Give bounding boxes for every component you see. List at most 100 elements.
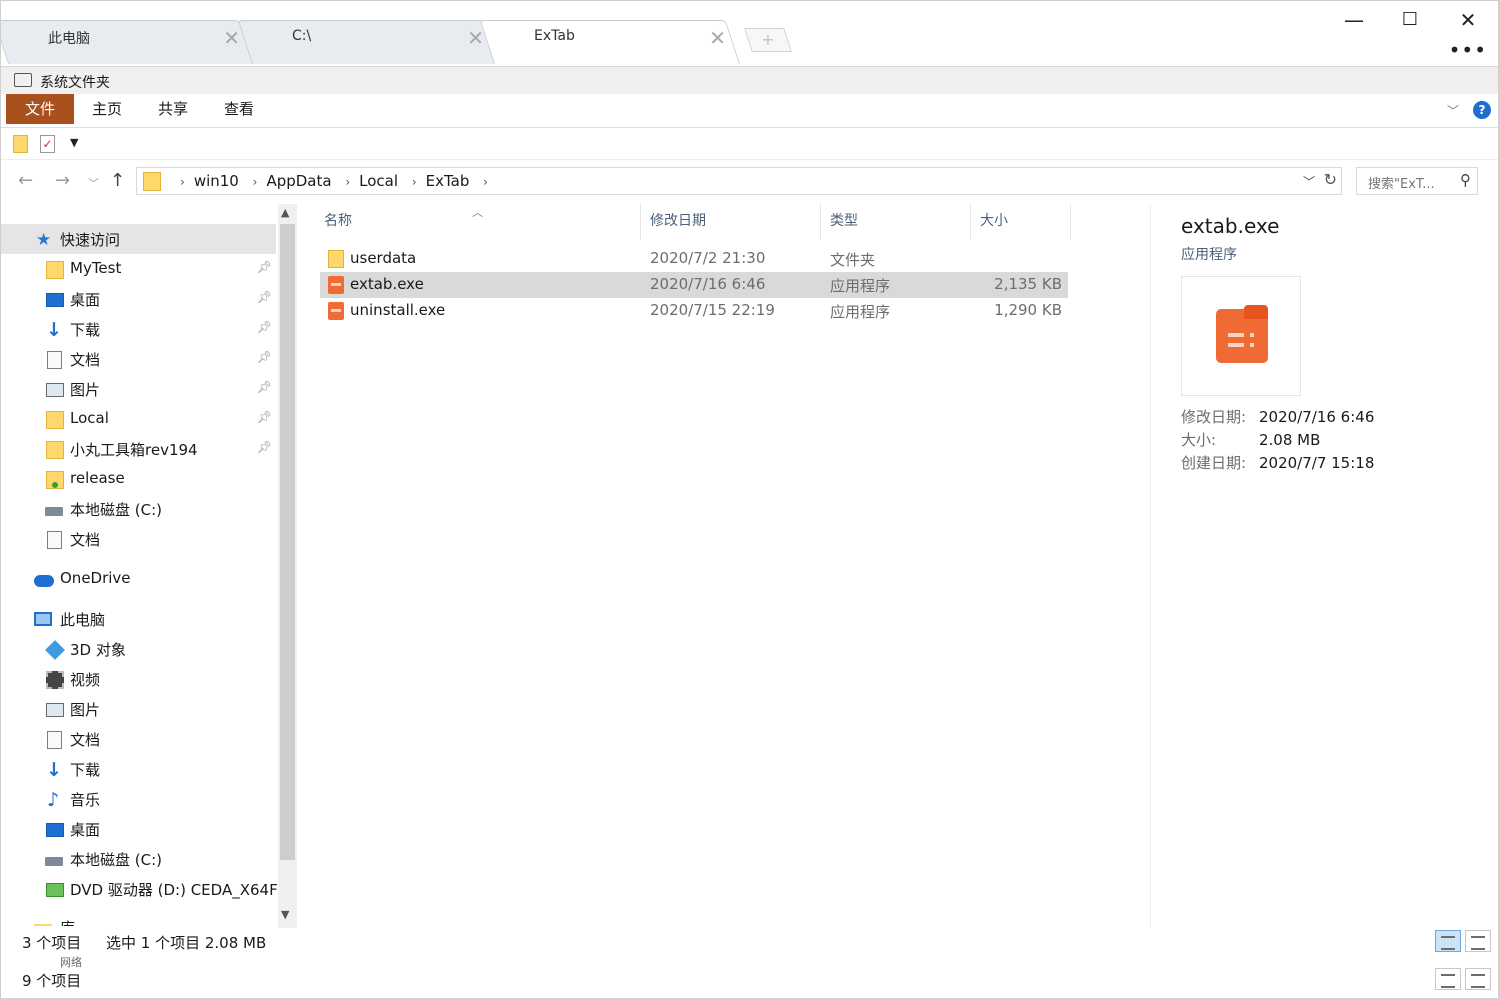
pin-icon[interactable]: 📌︎ (257, 260, 272, 274)
address-dropdown-icon[interactable]: ﹀ (1303, 173, 1315, 190)
sidebar-item-label: 桌面 (70, 291, 101, 309)
sidebar-item-pictures[interactable]: 图片 📌︎ (0, 374, 276, 404)
sidebar-item-toolbox[interactable]: 小丸工具箱rev194 📌︎ (0, 434, 276, 464)
new-tab-button[interactable]: + (744, 28, 792, 52)
scrollbar-thumb[interactable] (280, 224, 295, 860)
more-options-icon[interactable]: ••• (1449, 38, 1487, 62)
disk-icon (45, 507, 63, 516)
ribbon-tab-share[interactable]: 共享 (140, 94, 206, 124)
column-header-size[interactable]: 大小 (980, 210, 1008, 230)
file-list: ︿ 名称 修改日期 类型 大小 userdata 2020/7/2 21:30 … (300, 204, 1140, 924)
close-button[interactable]: ✕ (1448, 6, 1488, 34)
column-header-modified[interactable]: 修改日期 (650, 210, 706, 230)
properties-icon[interactable]: ✓ (40, 135, 55, 153)
forward-arrow-icon[interactable]: → (55, 170, 70, 191)
sidebar-item-3d-objects[interactable]: 3D 对象 (0, 634, 276, 664)
sidebar-item-libraries[interactable]: 库 (0, 912, 276, 926)
sidebar-item-downloads-2[interactable]: ↓ 下载 (0, 754, 276, 784)
sidebar-item-label: 此电脑 (60, 611, 106, 629)
scroll-up-icon[interactable]: ▲ (281, 206, 289, 219)
details-view-button[interactable] (1435, 930, 1461, 952)
computer-icon (34, 612, 52, 626)
sidebar-item-label: Local (70, 409, 109, 427)
help-icon[interactable]: ? (1473, 101, 1491, 119)
tab-this-pc[interactable]: 此电脑 ✕ (0, 20, 255, 64)
up-arrow-icon[interactable]: ↑ (110, 170, 125, 191)
sidebar-item-this-pc[interactable]: 此电脑 (0, 604, 276, 634)
folder-icon (46, 441, 64, 459)
sidebar-scrollbar[interactable]: ▲ ▼ (278, 204, 297, 960)
sidebar-item-label: 小丸工具箱rev194 (70, 441, 198, 459)
maximize-button[interactable]: ☐ (1390, 6, 1430, 34)
minimize-button[interactable]: — (1334, 6, 1374, 34)
sidebar-item-pictures-2[interactable]: 图片 (0, 694, 276, 724)
chevron-down-icon[interactable]: ﹀ (1447, 102, 1459, 119)
item-count: 3 个项目 (22, 934, 82, 952)
sidebar-item-label: 图片 (70, 701, 101, 719)
document-icon (47, 351, 62, 369)
breadcrumb-item[interactable]: Local (359, 172, 398, 190)
details-view-button-secondary[interactable] (1435, 968, 1461, 990)
sidebar-item-documents-2[interactable]: 文档 (0, 524, 276, 554)
breadcrumb-item[interactable]: ExTab (426, 172, 470, 190)
breadcrumb-item[interactable]: AppData (266, 172, 331, 190)
tab-close-icon[interactable]: ✕ (467, 26, 484, 50)
sidebar-item-dvd[interactable]: DVD 驱动器 (D:) CEDA_X64FR (0, 874, 280, 904)
star-icon: ★ (36, 230, 52, 250)
sidebar-item-onedrive[interactable]: OneDrive (0, 564, 276, 594)
ribbon-tab-view[interactable]: 查看 (206, 94, 272, 124)
column-header-name[interactable]: 名称 (324, 210, 352, 230)
pin-icon[interactable]: 📌︎ (257, 410, 272, 424)
pin-icon[interactable]: 📌︎ (257, 290, 272, 304)
document-icon (47, 531, 62, 549)
sidebar-item-quick-access[interactable]: ★ 快速访问 (0, 224, 276, 254)
large-icons-view-button-secondary[interactable] (1465, 968, 1491, 990)
dvd-icon (46, 883, 64, 897)
tab-extab[interactable]: ExTab ✕ (479, 20, 740, 64)
sidebar-item-desktop-2[interactable]: 桌面 (0, 814, 276, 844)
sidebar-item-videos[interactable]: 视频 (0, 664, 276, 694)
sidebar-item-documents-3[interactable]: 文档 (0, 724, 276, 754)
sidebar-item-label: 本地磁盘 (C:) (70, 501, 162, 519)
pin-icon[interactable]: 📌︎ (257, 350, 272, 364)
sidebar-item-local-disk-2[interactable]: 本地磁盘 (C:) (0, 844, 276, 874)
customize-toolbar-icon[interactable]: ▼ (70, 136, 78, 149)
address-bar[interactable]: › win10 › AppData › Local › ExTab › ﹀ ↻ (136, 167, 1342, 195)
file-row[interactable]: uninstall.exe 2020/7/15 22:19 应用程序 1,290… (320, 298, 1068, 324)
sidebar-item-release[interactable]: release (0, 464, 276, 494)
refresh-icon[interactable]: ↻ (1324, 170, 1337, 189)
sidebar-item-network[interactable]: 网络 (60, 954, 82, 970)
search-input[interactable]: 搜索"ExT... ⚲ (1356, 167, 1478, 195)
pin-icon[interactable]: 📌︎ (257, 440, 272, 454)
tab-close-icon[interactable]: ✕ (223, 26, 240, 50)
sidebar-item-documents[interactable]: 文档 📌︎ (0, 344, 276, 374)
sidebar-item-local-disk[interactable]: 本地磁盘 (C:) (0, 494, 276, 524)
download-icon: ↓ (46, 319, 62, 341)
sidebar-item-music[interactable]: ♪ 音乐 (0, 784, 276, 814)
recent-locations-icon[interactable]: ﹀ (88, 175, 99, 191)
pin-icon[interactable]: 📌︎ (257, 320, 272, 334)
ribbon-tab-home[interactable]: 主页 (74, 94, 140, 124)
scroll-down-icon[interactable]: ▼ (281, 908, 289, 921)
navigation-pane: ★ 快速访问 MyTest 📌︎ 桌面 📌︎ ↓ 下载 📌︎ 文档 📌︎ 图片 … (0, 210, 280, 926)
search-placeholder: 搜索"ExT... (1368, 177, 1435, 192)
sidebar-item-downloads[interactable]: ↓ 下载 📌︎ (0, 314, 276, 344)
ribbon-tab-file[interactable]: 文件 (6, 94, 74, 124)
new-folder-icon[interactable] (13, 135, 28, 153)
tab-close-icon[interactable]: ✕ (709, 26, 726, 50)
back-arrow-icon[interactable]: ← (18, 170, 33, 191)
file-date: 2020/7/15 22:19 (650, 301, 775, 319)
sidebar-item-mytest[interactable]: MyTest 📌︎ (0, 254, 276, 284)
file-row[interactable]: extab.exe 2020/7/16 6:46 应用程序 2,135 KB (320, 272, 1068, 298)
file-type: 应用程序 (830, 303, 891, 321)
tab-c-drive[interactable]: C:\ ✕ (237, 20, 498, 64)
column-header-type[interactable]: 类型 (830, 210, 858, 230)
sidebar-item-desktop[interactable]: 桌面 📌︎ (0, 284, 276, 314)
breadcrumb-item[interactable]: win10 (194, 172, 239, 190)
pin-icon[interactable]: 📌︎ (257, 380, 272, 394)
sidebar-item-local[interactable]: Local 📌︎ (0, 404, 276, 434)
file-row[interactable]: userdata 2020/7/2 21:30 文件夹 (320, 246, 1068, 272)
large-icons-view-button[interactable] (1465, 930, 1491, 952)
title-bar: 系统文件夹 (0, 66, 1499, 94)
sidebar-item-label: MyTest (70, 259, 122, 277)
